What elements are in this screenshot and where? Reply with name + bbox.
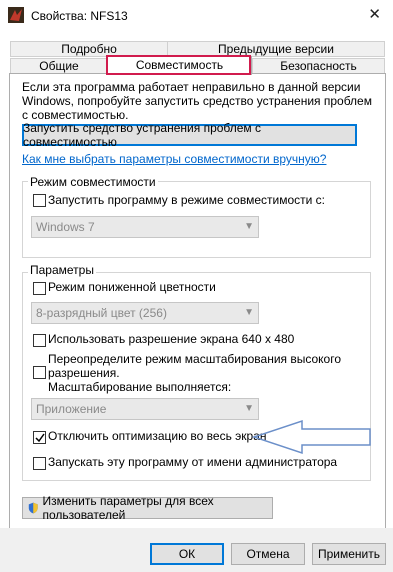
color-select[interactable]: 8-разрядный цвет (256) ▼	[31, 302, 259, 324]
cancel-button-label: Отмена	[246, 547, 290, 561]
app-icon	[8, 7, 24, 23]
troubleshoot-button[interactable]: Запустить средство устранения проблем с …	[22, 121, 357, 149]
ok-button-label: ОК	[178, 547, 196, 561]
fullscreen-opt-checkbox[interactable]	[33, 431, 46, 444]
manual-settings-link[interactable]: Как мне выбрать параметры совместимости …	[22, 152, 326, 166]
tab-details-label: Подробно	[61, 42, 117, 56]
chevron-down-icon: ▼	[244, 221, 254, 232]
apply-button[interactable]: Применить	[312, 543, 386, 565]
troubleshoot-button-label: Запустить средство устранения проблем с …	[23, 121, 262, 149]
compat-mode-legend: Режим совместимости	[28, 175, 158, 189]
change-all-users-button[interactable]: Изменить параметры для всех пользователе…	[22, 494, 273, 522]
compat-description: Если эта программа работает неправильно …	[22, 80, 372, 122]
dpi-override-label-line1: Переопределите режим масштабирования выс…	[48, 352, 342, 366]
tab-security[interactable]: Безопасность	[252, 58, 385, 74]
window-title: Свойства: NFS13	[31, 9, 128, 23]
tab-security-label: Безопасность	[280, 59, 357, 73]
change-all-users-label: Изменить параметры для всех пользователе…	[42, 494, 214, 522]
dpi-override-label-line2: разрешения.	[48, 366, 120, 380]
cancel-button[interactable]: Отмена	[231, 543, 305, 565]
chevron-down-icon: ▼	[244, 403, 254, 414]
dpi-select-value: Приложение	[36, 402, 107, 416]
compat-mode-checkbox[interactable]	[33, 194, 46, 207]
dpi-override-checkbox[interactable]	[33, 366, 46, 379]
tab-general[interactable]: Общие	[10, 58, 108, 74]
os-select[interactable]: Windows 7 ▼	[31, 216, 259, 238]
reduced-color-label: Режим пониженной цветности	[48, 280, 216, 294]
compat-mode-label: Запустить программу в режиме совместимос…	[48, 193, 325, 207]
admin-checkbox[interactable]	[33, 457, 46, 470]
close-icon[interactable]: ✕	[368, 5, 381, 23]
annotation-arrow-icon	[252, 419, 371, 455]
color-select-value: 8-разрядный цвет (256)	[36, 306, 167, 320]
apply-button-label: Применить	[317, 547, 380, 561]
settings-legend: Параметры	[28, 263, 96, 277]
tab-previous-versions-label: Предыдущие версии	[218, 42, 334, 56]
reduced-color-checkbox[interactable]	[33, 282, 46, 295]
tab-general-label: Общие	[39, 59, 79, 73]
ok-button[interactable]: ОК	[150, 543, 224, 565]
res-640-label: Использовать разрешение экрана 640 x 480	[48, 332, 295, 346]
tab-highlight-frame	[106, 55, 251, 75]
dpi-select[interactable]: Приложение ▼	[31, 398, 259, 420]
admin-label: Запускать эту программу от имени админис…	[48, 455, 338, 469]
os-select-value: Windows 7	[36, 220, 95, 234]
fullscreen-opt-label: Отключить оптимизацию во весь экран	[48, 429, 267, 443]
res-640-checkbox[interactable]	[33, 334, 46, 347]
shield-icon	[28, 502, 38, 514]
chevron-down-icon: ▼	[244, 307, 254, 318]
dpi-override-label-line3: Масштабирование выполняется:	[48, 380, 232, 394]
